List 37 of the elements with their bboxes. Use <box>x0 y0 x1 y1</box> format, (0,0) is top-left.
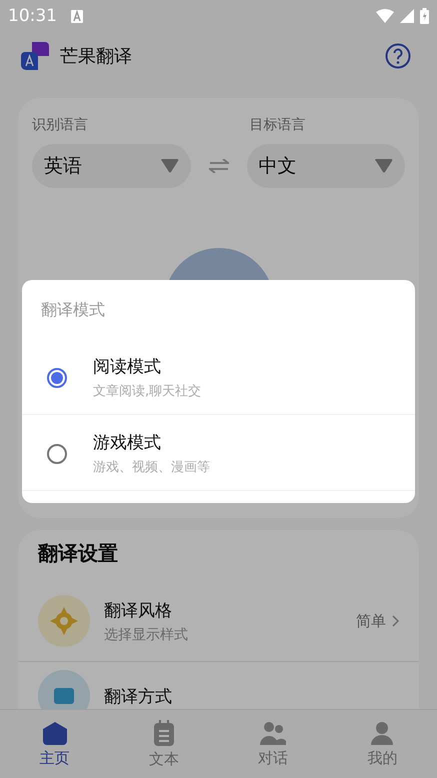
source-language-label: 识别语言 <box>32 116 89 134</box>
signal-icon <box>400 9 414 23</box>
mode-option[interactable]: 游戏模式 游戏、视频、漫画等 <box>22 415 415 491</box>
people-icon <box>260 720 286 744</box>
chevron-icon <box>392 615 399 627</box>
settings-title: 翻译设置 <box>36 540 119 567</box>
source-language-dropdown[interactable]: 英语 <box>32 144 190 188</box>
dropdown-arrow-icon <box>160 159 178 173</box>
notification-icon <box>71 10 83 22</box>
app-title: 芒果翻译 <box>60 45 132 68</box>
option-title: 阅读模式 <box>93 356 162 378</box>
setting-subtitle: 选择显示样式 <box>104 626 189 644</box>
setting-title: 翻译方式 <box>104 686 173 708</box>
setting-value: 简单 <box>356 612 386 630</box>
method-icon <box>38 670 90 709</box>
translate-logo-icon <box>20 41 50 71</box>
nav-tab[interactable]: 主页 <box>0 710 110 778</box>
home-icon <box>42 720 68 744</box>
target-icon <box>38 595 90 647</box>
mode-option[interactable]: 阅读模式 文章阅读,聊天社交 <box>22 339 415 415</box>
person-icon <box>370 720 394 744</box>
option-subtitle: 文章阅读,聊天社交 <box>93 383 202 400</box>
setting-title: 翻译风格 <box>104 600 173 622</box>
dialog-title: 翻译模式 <box>40 300 106 321</box>
notepad-icon <box>154 720 174 746</box>
target-language-label: 目标语言 <box>250 116 306 134</box>
help-icon[interactable] <box>385 43 411 69</box>
radio-button[interactable] <box>47 368 67 388</box>
dropdown-arrow-icon <box>375 159 393 173</box>
status-time: 10:31 <box>8 6 57 26</box>
battery-icon <box>420 8 429 24</box>
target-language-dropdown[interactable]: 中文 <box>246 144 405 188</box>
wifi-icon <box>376 9 394 23</box>
setting-row[interactable]: 翻译风格 选择显示样式 简单 <box>18 587 419 662</box>
option-title: 游戏模式 <box>93 432 162 454</box>
radio-button[interactable] <box>47 444 67 464</box>
option-subtitle: 游戏、视频、漫画等 <box>93 459 211 476</box>
